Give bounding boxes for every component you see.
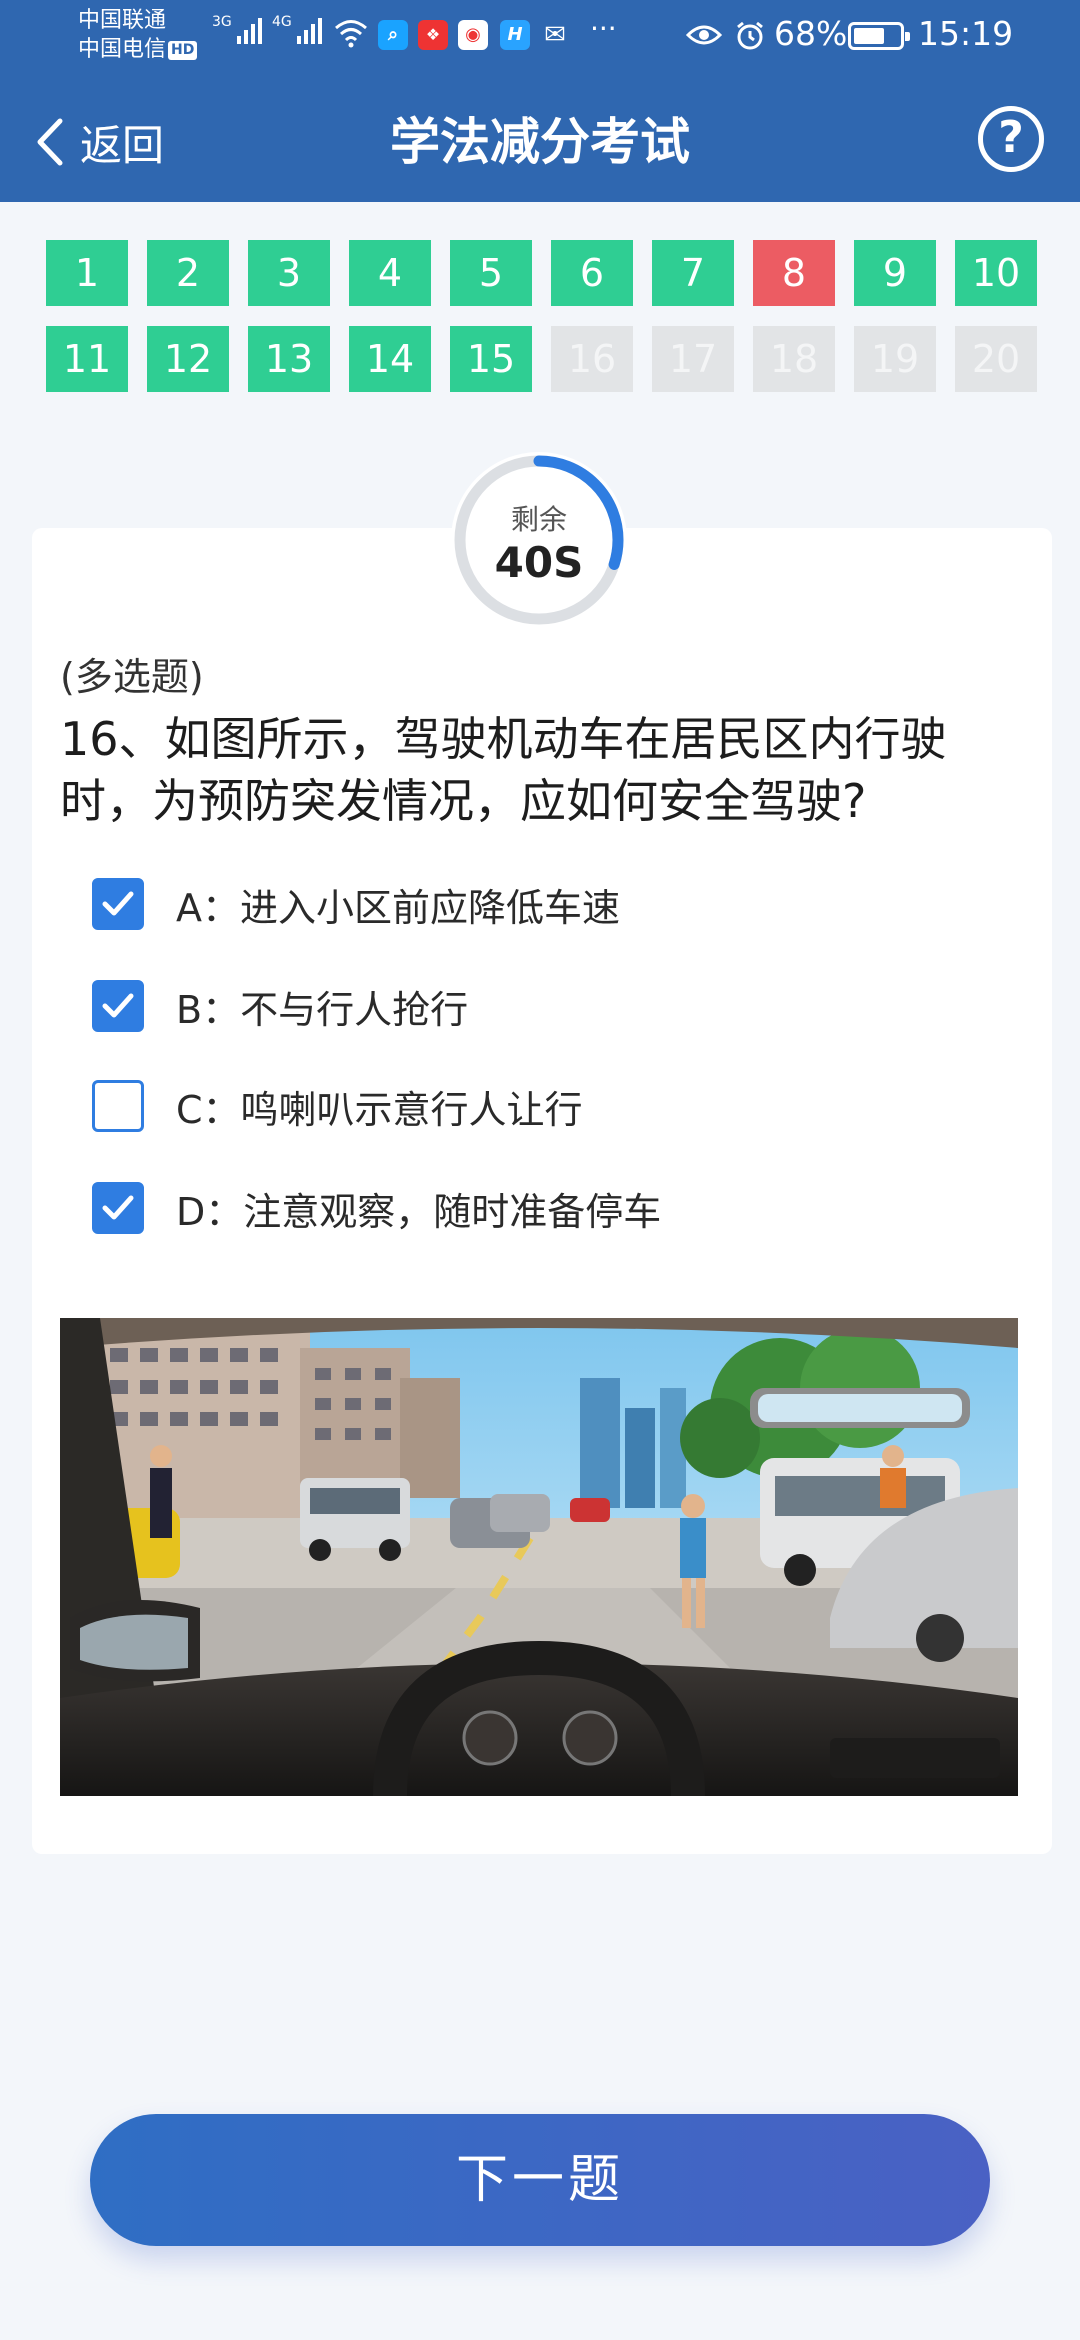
question-number-14[interactable]: 14 xyxy=(349,326,431,392)
battery-icon xyxy=(848,22,910,50)
driving-scene-image xyxy=(60,1318,1018,1796)
question-number-11[interactable]: 11 xyxy=(46,326,128,392)
weibo-icon: ◉ xyxy=(458,20,488,50)
battery-percent: 68% xyxy=(774,14,848,53)
timer-label: 剩余 xyxy=(510,503,567,536)
question-number-15[interactable]: 15 xyxy=(450,326,532,392)
question-number-8[interactable]: 8 xyxy=(753,240,835,306)
option-c-checkbox[interactable] xyxy=(92,1080,144,1132)
alarm-icon xyxy=(737,21,763,50)
app-header: 中国联通 中国电信 HD 3G 4G ⌕ ❖ ◉ H ✉ ··· 68% 15:… xyxy=(0,0,1080,202)
question-number-10[interactable]: 10 xyxy=(955,240,1037,306)
option-d-label: D：注意观察，随时准备停车 xyxy=(176,1189,662,1234)
option-c-label: C：鸣喇叭示意行人让行 xyxy=(176,1087,583,1132)
checkmark-icon xyxy=(102,1195,134,1220)
countdown-timer: 剩余 40S xyxy=(451,452,627,628)
question-number-5[interactable]: 5 xyxy=(450,240,532,306)
search-app-icon: ⌕ xyxy=(378,20,408,50)
question-number-13[interactable]: 13 xyxy=(248,326,330,392)
option-a-label: A：进入小区前应降低车速 xyxy=(176,885,620,930)
more-notifications-icon: ··· xyxy=(590,12,617,45)
option-b-checkbox[interactable] xyxy=(92,980,144,1032)
page-title: 学法减分考试 xyxy=(390,113,690,171)
question-number-6[interactable]: 6 xyxy=(551,240,633,306)
option-a-checkbox[interactable] xyxy=(92,878,144,930)
clock: 15:19 xyxy=(918,14,1014,53)
question-number-18[interactable]: 18 xyxy=(753,326,835,392)
wifi-icon xyxy=(335,20,367,48)
option-c[interactable]: C：鸣喇叭示意行人让行 xyxy=(92,1078,583,1134)
question-text: 16、如图所示，驾驶机动车在居民区内行驶时，为预防突发情况，应如何安全驾驶? xyxy=(60,712,947,828)
hd-badge: HD xyxy=(168,40,198,60)
battery-fill xyxy=(854,28,884,44)
network-3g-label: 3G xyxy=(212,14,232,30)
carrier-2: 中国电信 xyxy=(78,37,167,62)
question-number-1[interactable]: 1 xyxy=(46,240,128,306)
next-question-button[interactable]: 下一题 xyxy=(90,2114,990,2246)
question-number-3[interactable]: 3 xyxy=(248,240,330,306)
shopping-app-icon: ❖ xyxy=(418,20,448,50)
signal-icon: 3G xyxy=(212,14,262,44)
question-number-7[interactable]: 7 xyxy=(652,240,734,306)
timer-value: 40S xyxy=(494,538,584,587)
question-number-9[interactable]: 9 xyxy=(854,240,936,306)
question-type: (多选题) xyxy=(60,655,204,699)
option-d-checkbox[interactable] xyxy=(92,1182,144,1234)
question-number-17[interactable]: 17 xyxy=(652,326,734,392)
question-number-16[interactable]: 16 xyxy=(551,326,633,392)
help-button[interactable]: ? xyxy=(978,106,1044,172)
question-number-19[interactable]: 19 xyxy=(854,326,936,392)
question-number-4[interactable]: 4 xyxy=(349,240,431,306)
question-number-2[interactable]: 2 xyxy=(147,240,229,306)
checkmark-icon xyxy=(102,993,134,1018)
eye-comfort-icon xyxy=(686,25,722,45)
checkmark-icon xyxy=(102,891,134,916)
signal-icon: 4G xyxy=(272,14,322,44)
question-number-20[interactable]: 20 xyxy=(955,326,1037,392)
network-4g-label: 4G xyxy=(272,14,292,30)
carrier-info: 中国联通 中国电信 HD xyxy=(78,6,198,64)
app-bar: 返回 学法减分考试 ? xyxy=(0,96,1080,188)
wechat-icon: ✉ xyxy=(544,20,566,50)
option-b-label: B：不与行人抢行 xyxy=(176,987,469,1032)
carrier-1: 中国联通 xyxy=(78,8,167,33)
question-number-grid: 1 2 3 4 5 6 7 8 9 10 11 12 13 14 15 16 17 18 19 20 xyxy=(46,240,1037,392)
h-app-icon: H xyxy=(500,20,530,50)
option-b[interactable]: B：不与行人抢行 xyxy=(92,978,468,1034)
option-d[interactable]: D：注意观察，随时准备停车 xyxy=(92,1180,661,1236)
status-bar: 中国联通 中国电信 HD 3G 4G ⌕ ❖ ◉ H ✉ ··· 68% 15:… xyxy=(0,0,1080,68)
question-number-12[interactable]: 12 xyxy=(147,326,229,392)
option-a[interactable]: A：进入小区前应降低车速 xyxy=(92,876,620,932)
